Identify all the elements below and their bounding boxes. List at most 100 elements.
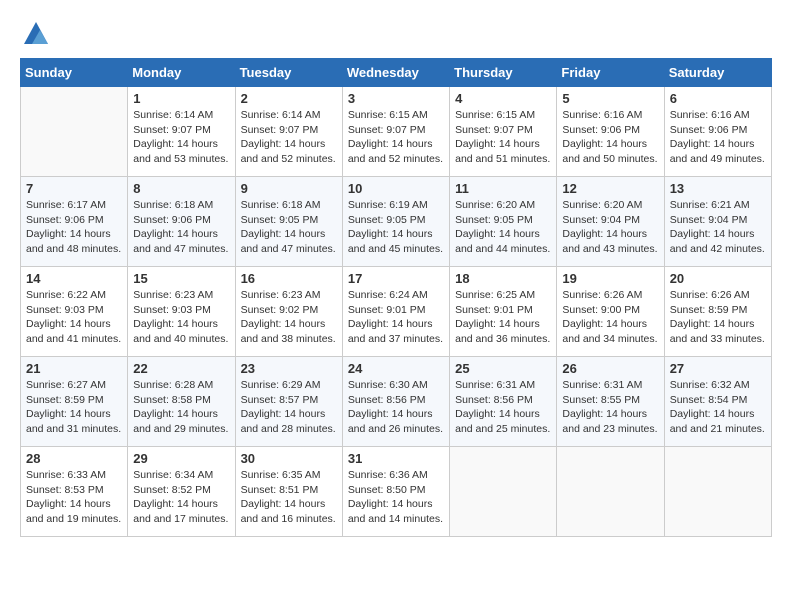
- cell-info: Sunrise: 6:33 AMSunset: 8:53 PMDaylight:…: [26, 468, 122, 527]
- calendar-cell: 22 Sunrise: 6:28 AMSunset: 8:58 PMDayligh…: [128, 357, 235, 447]
- column-header-saturday: Saturday: [664, 59, 771, 87]
- calendar-cell: 17 Sunrise: 6:24 AMSunset: 9:01 PMDayligh…: [342, 267, 449, 357]
- column-header-wednesday: Wednesday: [342, 59, 449, 87]
- logo-icon: [22, 20, 50, 48]
- calendar-cell: 3Sunrise: 6:15 AMSunset: 9:07 PMDaylight…: [342, 87, 449, 177]
- day-number: 20: [670, 271, 766, 286]
- day-number: 1: [133, 91, 229, 106]
- day-number: 30: [241, 451, 337, 466]
- day-number: 10: [348, 181, 444, 196]
- calendar-cell: 9 Sunrise: 6:18 AMSunset: 9:05 PMDaylight…: [235, 177, 342, 267]
- calendar-cell: 16 Sunrise: 6:23 AMSunset: 9:02 PMDayligh…: [235, 267, 342, 357]
- calendar-cell: 21Sunrise: 6:27 AMSunset: 8:59 PMDayligh…: [21, 357, 128, 447]
- day-number: 2: [241, 91, 337, 106]
- calendar-cell: 18 Sunrise: 6:25 AMSunset: 9:01 PMDayligh…: [450, 267, 557, 357]
- calendar-cell: 4Sunrise: 6:15 AMSunset: 9:07 PMDaylight…: [450, 87, 557, 177]
- cell-info: Sunrise: 6:22 AMSunset: 9:03 PMDaylight:…: [26, 288, 122, 347]
- day-number: 17: [348, 271, 444, 286]
- day-number: 13: [670, 181, 766, 196]
- cell-info: Sunrise: 6:18 AMSunset: 9:05 PMDaylight:…: [241, 198, 337, 257]
- page-header: [20, 20, 772, 48]
- day-number: 22: [133, 361, 229, 376]
- cell-info: Sunrise: 6:15 AMSunset: 9:07 PMDaylight:…: [455, 108, 551, 167]
- column-header-friday: Friday: [557, 59, 664, 87]
- day-number: 16: [241, 271, 337, 286]
- cell-info: Sunrise: 6:16 AMSunset: 9:06 PMDaylight:…: [562, 108, 658, 167]
- calendar-cell: 7 Sunrise: 6:17 AMSunset: 9:06 PMDaylight…: [21, 177, 128, 267]
- calendar-cell: 24Sunrise: 6:30 AMSunset: 8:56 PMDayligh…: [342, 357, 449, 447]
- calendar-cell: 28 Sunrise: 6:33 AMSunset: 8:53 PMDayligh…: [21, 447, 128, 537]
- day-number: 26: [562, 361, 658, 376]
- column-header-thursday: Thursday: [450, 59, 557, 87]
- cell-info: Sunrise: 6:27 AMSunset: 8:59 PMDaylight:…: [26, 378, 122, 437]
- calendar-cell: 31 Sunrise: 6:36 AMSunset: 8:50 PMDayligh…: [342, 447, 449, 537]
- calendar-cell: 10 Sunrise: 6:19 AMSunset: 9:05 PMDayligh…: [342, 177, 449, 267]
- column-header-tuesday: Tuesday: [235, 59, 342, 87]
- calendar-cell: 5 Sunrise: 6:16 AMSunset: 9:06 PMDaylight…: [557, 87, 664, 177]
- calendar-cell: 23Sunrise: 6:29 AMSunset: 8:57 PMDayligh…: [235, 357, 342, 447]
- cell-info: Sunrise: 6:14 AMSunset: 9:07 PMDaylight:…: [241, 108, 337, 167]
- day-number: 18: [455, 271, 551, 286]
- cell-info: Sunrise: 6:35 AMSunset: 8:51 PMDaylight:…: [241, 468, 337, 527]
- calendar-cell: 11 Sunrise: 6:20 AMSunset: 9:05 PMDayligh…: [450, 177, 557, 267]
- day-number: 15: [133, 271, 229, 286]
- calendar-cell: 27 Sunrise: 6:32 AMSunset: 8:54 PMDayligh…: [664, 357, 771, 447]
- day-number: 23: [241, 361, 337, 376]
- day-number: 14: [26, 271, 122, 286]
- day-number: 24: [348, 361, 444, 376]
- day-number: 7: [26, 181, 122, 196]
- calendar-cell: 13 Sunrise: 6:21 AMSunset: 9:04 PMDayligh…: [664, 177, 771, 267]
- day-number: 28: [26, 451, 122, 466]
- cell-info: Sunrise: 6:34 AMSunset: 8:52 PMDaylight:…: [133, 468, 229, 527]
- cell-info: Sunrise: 6:28 AMSunset: 8:58 PMDaylight:…: [133, 378, 229, 437]
- week-row-3: 14 Sunrise: 6:22 AMSunset: 9:03 PMDayligh…: [21, 267, 772, 357]
- calendar-cell: 30 Sunrise: 6:35 AMSunset: 8:51 PMDayligh…: [235, 447, 342, 537]
- cell-info: Sunrise: 6:17 AMSunset: 9:06 PMDaylight:…: [26, 198, 122, 257]
- cell-info: Sunrise: 6:23 AMSunset: 9:03 PMDaylight:…: [133, 288, 229, 347]
- cell-info: Sunrise: 6:14 AMSunset: 9:07 PMDaylight:…: [133, 108, 229, 167]
- calendar-table: SundayMondayTuesdayWednesdayThursdayFrid…: [20, 58, 772, 537]
- calendar-cell: 14 Sunrise: 6:22 AMSunset: 9:03 PMDayligh…: [21, 267, 128, 357]
- cell-info: Sunrise: 6:18 AMSunset: 9:06 PMDaylight:…: [133, 198, 229, 257]
- cell-info: Sunrise: 6:25 AMSunset: 9:01 PMDaylight:…: [455, 288, 551, 347]
- day-number: 25: [455, 361, 551, 376]
- cell-info: Sunrise: 6:32 AMSunset: 8:54 PMDaylight:…: [670, 378, 766, 437]
- calendar-cell: 2 Sunrise: 6:14 AMSunset: 9:07 PMDaylight…: [235, 87, 342, 177]
- cell-info: Sunrise: 6:26 AMSunset: 9:00 PMDaylight:…: [562, 288, 658, 347]
- cell-info: Sunrise: 6:24 AMSunset: 9:01 PMDaylight:…: [348, 288, 444, 347]
- column-header-monday: Monday: [128, 59, 235, 87]
- cell-info: Sunrise: 6:31 AMSunset: 8:55 PMDaylight:…: [562, 378, 658, 437]
- day-number: 19: [562, 271, 658, 286]
- week-row-5: 28 Sunrise: 6:33 AMSunset: 8:53 PMDayligh…: [21, 447, 772, 537]
- cell-info: Sunrise: 6:19 AMSunset: 9:05 PMDaylight:…: [348, 198, 444, 257]
- week-row-4: 21Sunrise: 6:27 AMSunset: 8:59 PMDayligh…: [21, 357, 772, 447]
- cell-info: Sunrise: 6:23 AMSunset: 9:02 PMDaylight:…: [241, 288, 337, 347]
- calendar-cell: 19 Sunrise: 6:26 AMSunset: 9:00 PMDayligh…: [557, 267, 664, 357]
- calendar-cell: 29 Sunrise: 6:34 AMSunset: 8:52 PMDayligh…: [128, 447, 235, 537]
- week-row-1: 1 Sunrise: 6:14 AMSunset: 9:07 PMDaylight…: [21, 87, 772, 177]
- day-number: 5: [562, 91, 658, 106]
- day-number: 27: [670, 361, 766, 376]
- day-number: 9: [241, 181, 337, 196]
- calendar-cell: 8 Sunrise: 6:18 AMSunset: 9:06 PMDaylight…: [128, 177, 235, 267]
- calendar-cell: 6Sunrise: 6:16 AMSunset: 9:06 PMDaylight…: [664, 87, 771, 177]
- cell-info: Sunrise: 6:20 AMSunset: 9:05 PMDaylight:…: [455, 198, 551, 257]
- day-number: 8: [133, 181, 229, 196]
- calendar-cell: 1 Sunrise: 6:14 AMSunset: 9:07 PMDaylight…: [128, 87, 235, 177]
- calendar-cell: [450, 447, 557, 537]
- cell-info: Sunrise: 6:20 AMSunset: 9:04 PMDaylight:…: [562, 198, 658, 257]
- cell-info: Sunrise: 6:36 AMSunset: 8:50 PMDaylight:…: [348, 468, 444, 527]
- day-number: 11: [455, 181, 551, 196]
- cell-info: Sunrise: 6:16 AMSunset: 9:06 PMDaylight:…: [670, 108, 766, 167]
- day-number: 31: [348, 451, 444, 466]
- cell-info: Sunrise: 6:21 AMSunset: 9:04 PMDaylight:…: [670, 198, 766, 257]
- calendar-cell: [21, 87, 128, 177]
- header-row: SundayMondayTuesdayWednesdayThursdayFrid…: [21, 59, 772, 87]
- column-header-sunday: Sunday: [21, 59, 128, 87]
- day-number: 29: [133, 451, 229, 466]
- logo: [20, 20, 52, 48]
- calendar-cell: 15 Sunrise: 6:23 AMSunset: 9:03 PMDayligh…: [128, 267, 235, 357]
- calendar-cell: 25Sunrise: 6:31 AMSunset: 8:56 PMDayligh…: [450, 357, 557, 447]
- week-row-2: 7 Sunrise: 6:17 AMSunset: 9:06 PMDaylight…: [21, 177, 772, 267]
- cell-info: Sunrise: 6:15 AMSunset: 9:07 PMDaylight:…: [348, 108, 444, 167]
